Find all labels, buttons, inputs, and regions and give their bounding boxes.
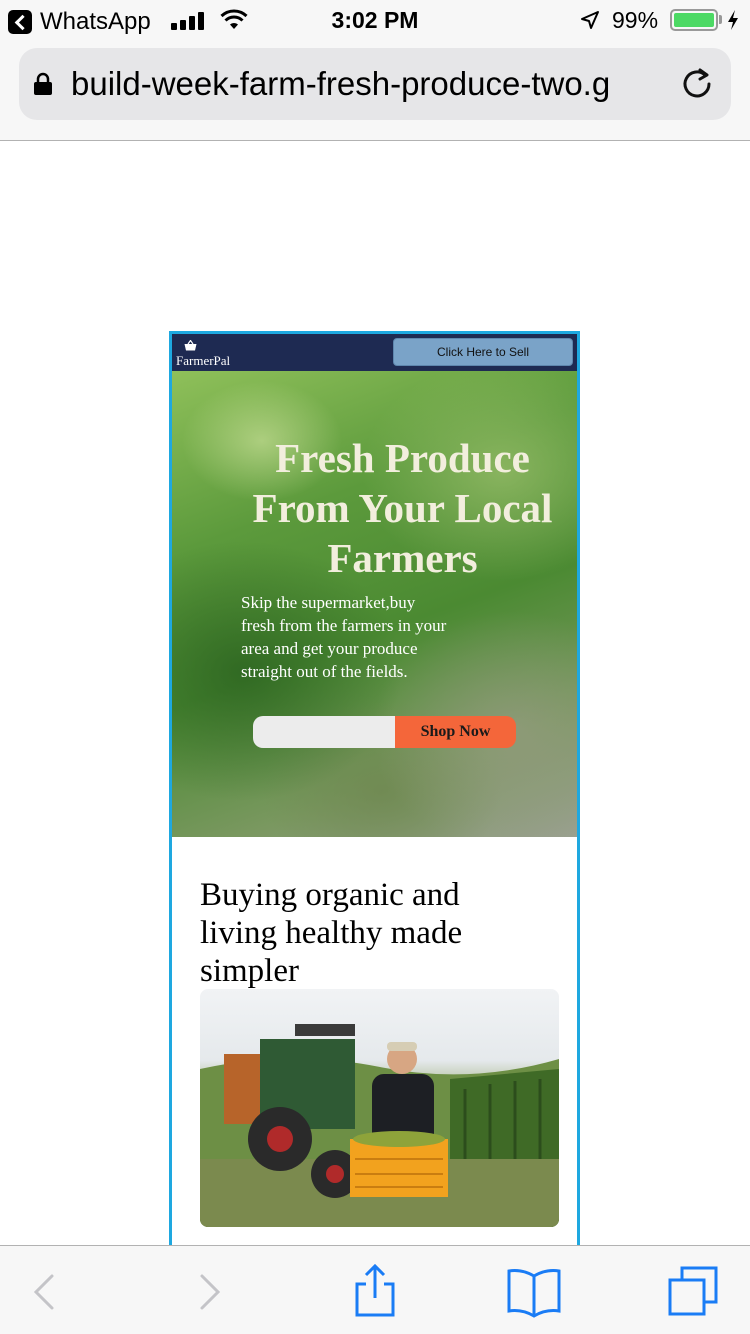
battery-percent: 99% <box>612 7 659 33</box>
basket-icon <box>184 340 197 351</box>
shop-input[interactable] <box>253 716 396 748</box>
forward-icon[interactable] <box>198 1264 224 1318</box>
brand-logo-text[interactable]: FarmerPal <box>176 353 230 369</box>
battery-icon <box>670 9 718 31</box>
farmer-with-tractor-image <box>200 989 559 1227</box>
hero-subtitle: Skip the supermarket,buy fresh from the … <box>241 593 447 681</box>
address-bar[interactable]: build-week-farm-fresh-produce-two.g <box>19 48 731 120</box>
website-viewport: FarmerPal Click Here to Sell Fresh Produ… <box>169 331 580 1245</box>
back-icon[interactable] <box>30 1264 56 1318</box>
site-navbar: FarmerPal Click Here to Sell <box>172 334 577 371</box>
section-heading: Buying organic and living healthy made s… <box>200 877 463 989</box>
url-text[interactable]: build-week-farm-fresh-produce-two.g <box>71 65 657 103</box>
charging-bolt-icon <box>728 10 738 30</box>
tabs-icon[interactable] <box>666 1264 720 1318</box>
farmer-photo-illustration <box>200 1024 559 1227</box>
hero-title: Fresh Produce From Your Local Farmers <box>252 435 553 581</box>
status-bar: WhatsApp 3:02 PM 99% <box>0 0 750 40</box>
bookmarks-icon[interactable] <box>506 1264 562 1318</box>
hero-section: Fresh Produce From Your Local Farmers Sk… <box>172 371 577 837</box>
shop-now-button[interactable]: Shop Now <box>395 716 516 748</box>
share-icon[interactable] <box>352 1264 398 1318</box>
browser-address-area: build-week-farm-fresh-produce-two.g <box>0 40 750 141</box>
lock-icon <box>34 72 52 95</box>
reload-icon[interactable] <box>679 66 715 102</box>
location-arrow-icon <box>581 11 599 29</box>
sell-button[interactable]: Click Here to Sell <box>393 338 573 366</box>
browser-toolbar <box>0 1245 750 1334</box>
battery-tip <box>719 15 722 24</box>
